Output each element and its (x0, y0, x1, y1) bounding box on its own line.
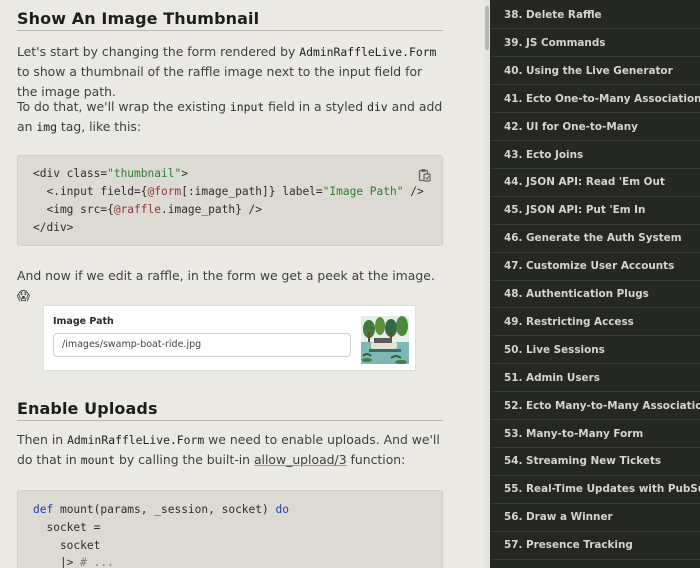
text: to show a thumbnail of the raffle image … (17, 64, 423, 99)
sidebar-lesson-item[interactable]: 46. Generate the Auth System (504, 224, 700, 252)
sidebar-lesson-item[interactable]: 41. Ecto One-to-Many Associations (504, 85, 700, 113)
code-line: |> # ... (33, 556, 114, 568)
swamp-boat-thumbnail-icon (361, 316, 409, 364)
code-line: <div class="thumbnail"> (33, 167, 188, 180)
code-token: </div> (33, 221, 74, 234)
image-path-label: Image Path (53, 316, 114, 327)
code-token: <img src={ (33, 203, 114, 216)
sidebar-lesson-item[interactable]: 53. Many-to-Many Form (504, 420, 700, 448)
image-path-input[interactable]: /images/swamp-boat-ride.jpg (53, 333, 351, 357)
code-token: do (275, 503, 289, 516)
code-token: mount(params, _session, socket) (53, 503, 276, 516)
sidebar-lesson-item[interactable]: 51. Admin Users (504, 364, 700, 392)
paragraph-enable-uploads: Then in AdminRaffleLive.Form we need to … (17, 430, 445, 470)
sidebar-divider (490, 558, 700, 560)
lesson-sidebar: 38. Delete Raffle 39. JS Commands 40. Usin… (490, 0, 700, 568)
scrollbar-thumb[interactable] (485, 6, 489, 50)
text: To do that, we'll wrap the existing (17, 99, 230, 114)
sidebar-lesson-item[interactable]: 55. Real-Time Updates with PubSub (504, 475, 700, 503)
allow-upload-link[interactable]: allow_upload/3 (254, 452, 347, 467)
text: function: (346, 452, 406, 467)
code-block-mount: def mount(params, _session, socket) do s… (17, 490, 443, 568)
sidebar-lesson-item[interactable]: 57. Presence Tracking (504, 531, 700, 559)
code-line: def mount(params, _session, socket) do (33, 503, 289, 516)
sidebar-lesson-item[interactable]: 43. Ecto Joins (504, 141, 700, 169)
code-token: /> (403, 185, 424, 198)
code-token: "Image Path" (322, 185, 404, 198)
code-token: |> (33, 556, 81, 568)
sidebar-lesson-item[interactable]: 56. Draw a Winner (504, 503, 700, 531)
heading-rule (17, 30, 443, 31)
inline-code: AdminRaffleLive.Form (299, 45, 437, 59)
code-block-thumbnail: <div class="thumbnail"> <.input field={@… (17, 155, 443, 246)
text: by calling the built-in (115, 452, 254, 467)
code-token: <div class= (33, 167, 108, 180)
sidebar-lesson-item[interactable]: 45. JSON API: Put 'Em In (504, 196, 700, 224)
heading-show-image-thumbnail: Show An Image Thumbnail (17, 9, 260, 28)
code-token: > (181, 167, 188, 180)
code-line: </div> (33, 221, 73, 234)
paragraph-peek: And now if we edit a raffle, in the form… (17, 268, 435, 303)
heading-rule (17, 420, 443, 421)
code-line: socket = (33, 521, 101, 534)
code-token: [:image_path]} label= (181, 185, 323, 198)
code-token: <.input field={ (33, 185, 148, 198)
heading-enable-uploads: Enable Uploads (17, 399, 158, 418)
text: tag, like this: (56, 119, 142, 134)
inline-code: div (367, 100, 388, 114)
sidebar-lesson-item[interactable]: 50. Live Sessions (504, 336, 700, 364)
code-line: socket (33, 539, 101, 552)
paragraph-wrap-input: To do that, we'll wrap the existing inpu… (17, 97, 445, 137)
paragraph-intro: Let's start by changing the form rendere… (17, 42, 445, 102)
sidebar-lesson-item[interactable]: 44. JSON API: Read 'Em Out (504, 168, 700, 196)
inline-code: img (36, 120, 57, 134)
code-token: .image_path} /> (160, 203, 263, 216)
sidebar-lesson-item[interactable]: 42. UI for One-to-Many (504, 113, 700, 141)
article-content: Show An Image Thumbnail Let's start by c… (0, 0, 484, 568)
sidebar-lesson-item[interactable]: 47. Customize User Accounts (504, 252, 700, 280)
inline-code: input (229, 100, 265, 114)
clipboard-icon[interactable] (417, 168, 431, 182)
inline-code: mount (80, 453, 116, 467)
code-token: "thumbnail" (107, 167, 182, 180)
text: field in a styled (264, 99, 368, 114)
inline-code: AdminRaffleLive.Form (67, 433, 205, 447)
sidebar-lesson-item[interactable]: 52. Ecto Many-to-Many Associations (504, 392, 700, 420)
code-token: @form (147, 185, 182, 198)
text: Let's start by changing the form rendere… (17, 44, 300, 59)
sidebar-lesson-item[interactable]: 48. Authentication Plugs (504, 280, 700, 308)
code-token: def (33, 503, 54, 516)
sidebar-lesson-item[interactable]: 49. Restricting Access (504, 308, 700, 336)
code-line: <.input field={@form[:image_path]} label… (33, 185, 424, 198)
sidebar-lesson-item[interactable]: 38. Delete Raffle (504, 1, 700, 29)
sidebar-lesson-item[interactable]: 54. Streaming New Tickets (504, 447, 700, 475)
code-line: <img src={@raffle.image_path} /> (33, 203, 262, 216)
sidebar-lesson-item[interactable]: 40. Using the Live Generator (504, 57, 700, 85)
image-preview-card: Image Path /images/swamp-boat-ride.jpg (43, 305, 416, 371)
text: Then in (17, 432, 68, 447)
sidebar-lesson-item[interactable]: 39. JS Commands (504, 29, 700, 57)
code-token: @raffle (113, 203, 161, 216)
code-token: # ... (80, 556, 114, 568)
